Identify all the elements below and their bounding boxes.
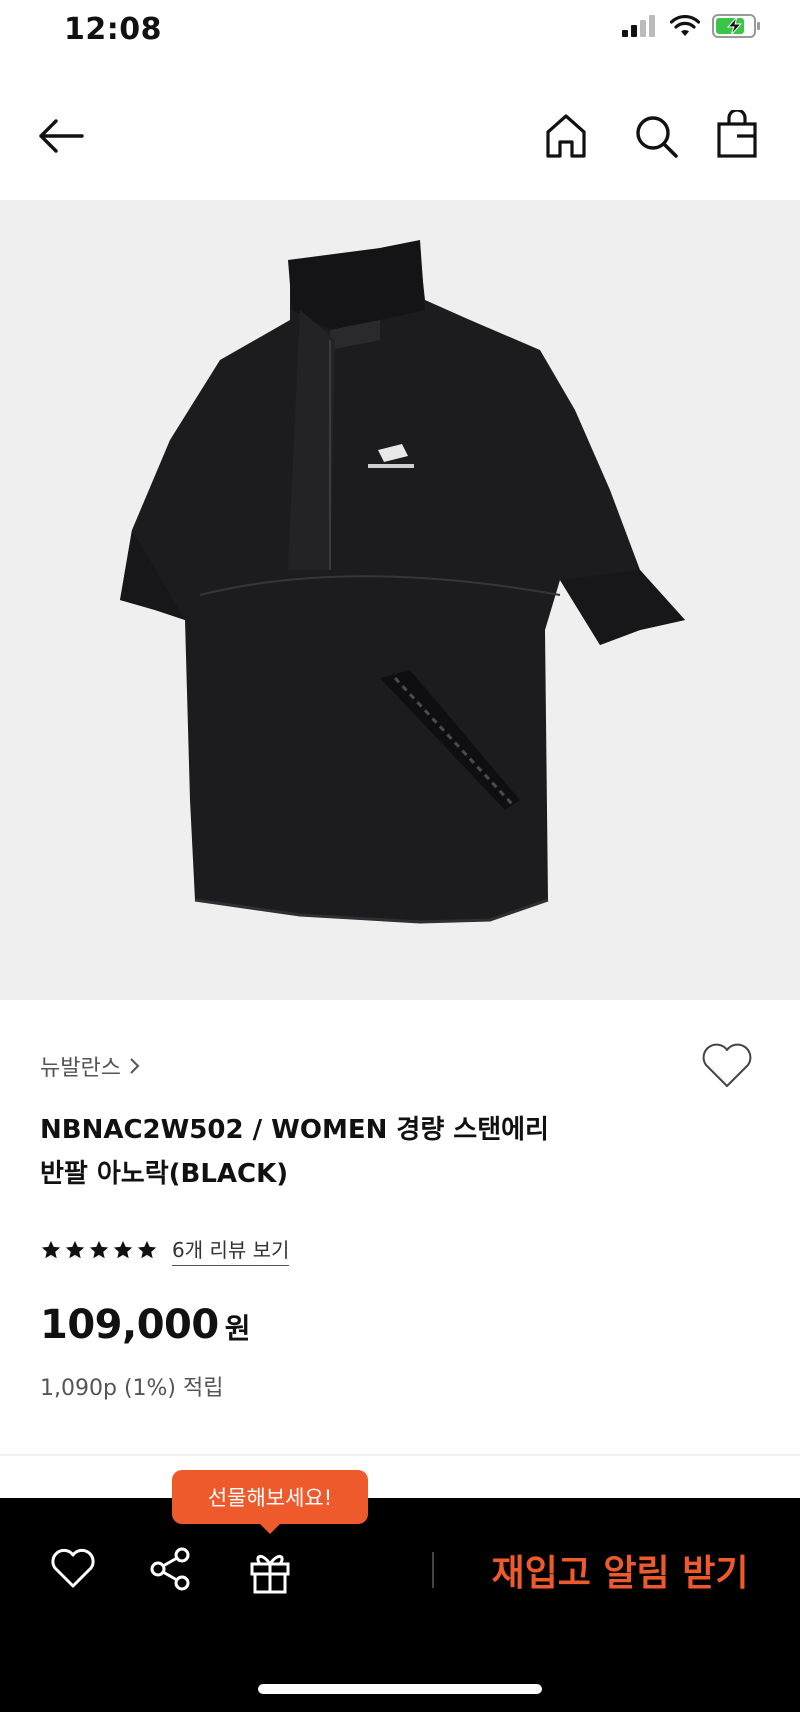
top-navigation xyxy=(0,100,800,176)
product-image[interactable] xyxy=(0,200,800,1000)
star-icon xyxy=(65,1240,85,1259)
home-indicator xyxy=(258,1684,542,1694)
bottom-bar-separator xyxy=(432,1552,434,1588)
brand-link[interactable]: 뉴발란스 xyxy=(40,1050,141,1082)
home-icon[interactable] xyxy=(544,112,588,160)
black-short-sleeve-anorak-image xyxy=(120,240,685,924)
price-row: 109,000 원 xyxy=(40,1302,250,1348)
heart-icon[interactable] xyxy=(50,1548,96,1590)
brand-name: 뉴발란스 xyxy=(40,1056,121,1081)
rating-row: 6개 리뷰 보기 xyxy=(40,1234,290,1266)
signal-icon xyxy=(622,15,655,37)
status-icons xyxy=(622,14,762,38)
gift-icon[interactable] xyxy=(248,1548,292,1594)
star-icon xyxy=(137,1240,157,1259)
price-unit: 원 xyxy=(224,1312,251,1345)
divider xyxy=(0,1454,800,1456)
star-rating xyxy=(40,1239,158,1261)
shopping-bag-icon[interactable] xyxy=(714,110,760,160)
share-icon[interactable] xyxy=(148,1546,192,1592)
gift-tooltip-arrow xyxy=(258,1522,282,1534)
reward-points: 1,090p (1%) 적립 xyxy=(40,1376,224,1401)
review-link[interactable]: 6개 리뷰 보기 xyxy=(172,1234,290,1266)
wishlist-heart-icon[interactable] xyxy=(700,1042,754,1090)
product-title-line1: NBNAC2W502 / WOMEN 경량 스탠에리 xyxy=(40,1115,549,1145)
star-icon xyxy=(89,1240,109,1259)
product-title-line2: 반팔 아노락(BLACK) xyxy=(40,1159,289,1189)
back-arrow-icon[interactable] xyxy=(36,116,86,156)
wifi-icon xyxy=(670,15,700,36)
bottom-action-bar xyxy=(0,1498,800,1712)
battery-charging-icon xyxy=(712,14,760,38)
star-icon xyxy=(41,1240,61,1259)
star-icon xyxy=(113,1240,133,1259)
chevron-right-icon xyxy=(130,1058,140,1074)
price: 109,000 xyxy=(40,1302,219,1348)
search-icon[interactable] xyxy=(632,112,680,160)
restock-alert-button[interactable]: 재입고 알림 받기 xyxy=(470,1538,770,1602)
product-title: NBNAC2W502 / WOMEN 경량 스탠에리 반팔 아노락(BLACK) xyxy=(40,1108,660,1196)
status-bar: 12:08 xyxy=(0,0,800,62)
gift-tooltip[interactable]: 선물해보세요! xyxy=(172,1470,368,1524)
status-time: 12:08 xyxy=(64,12,162,47)
